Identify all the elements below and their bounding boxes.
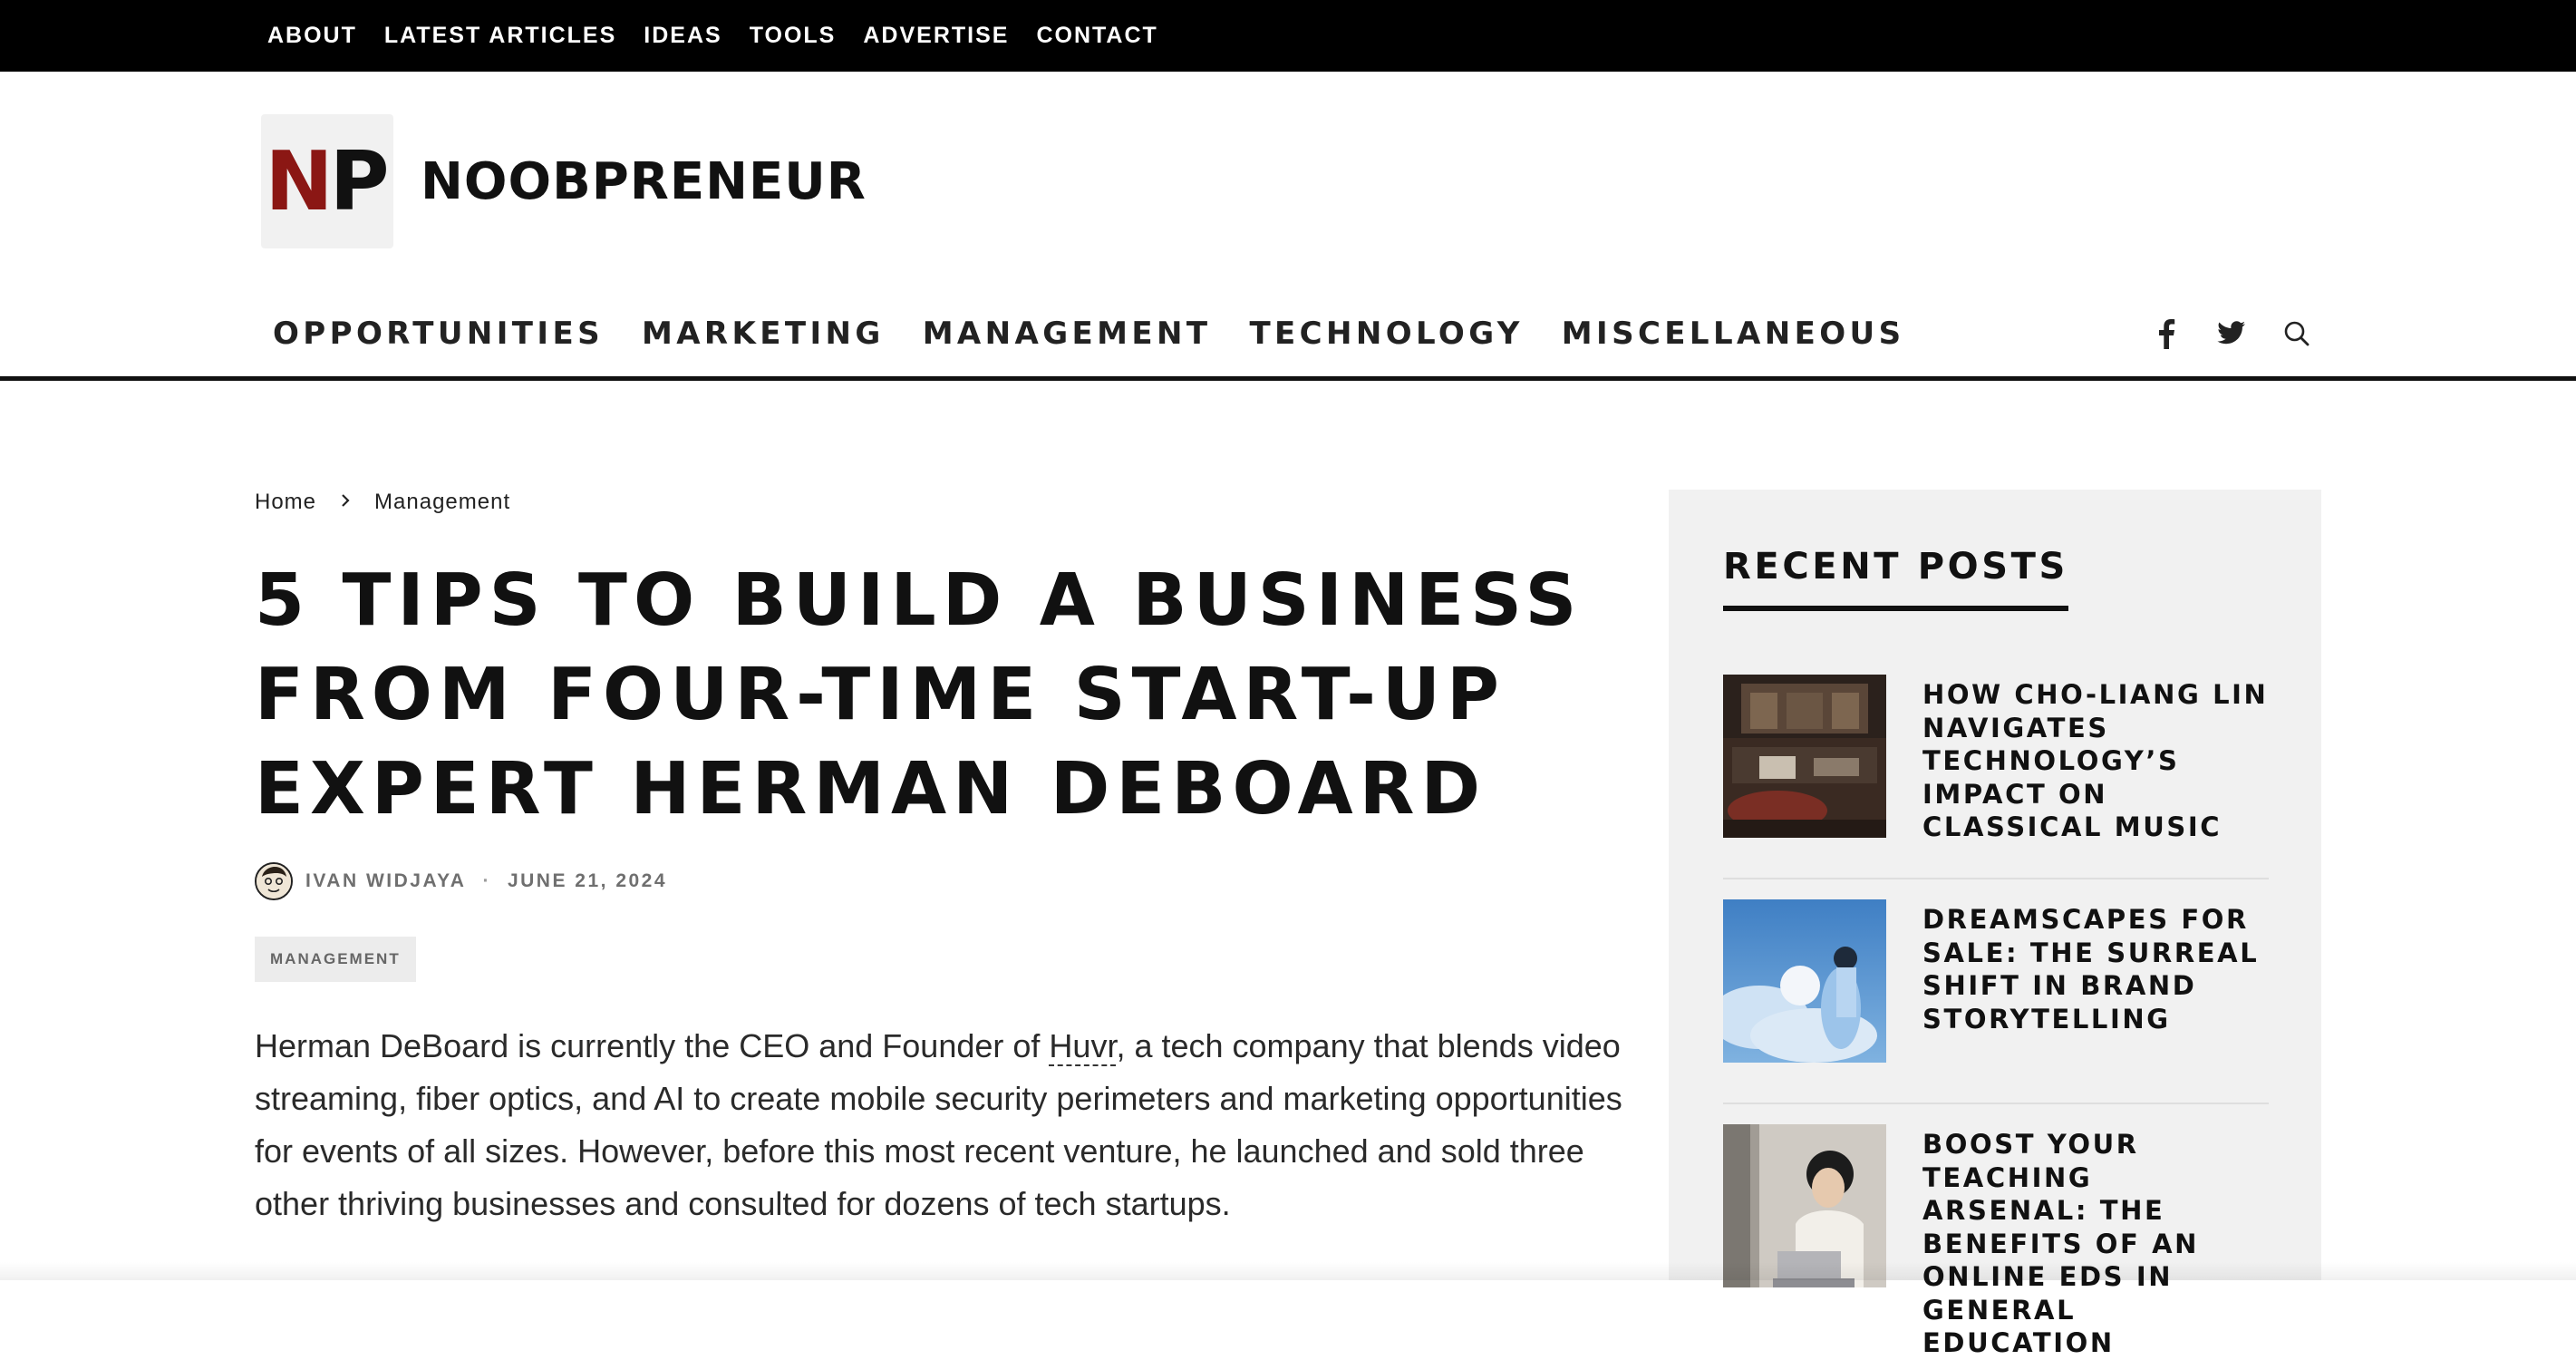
article-meta: IVAN WIDJAYA · JUNE 21, 2024 bbox=[255, 862, 667, 900]
nav-item-management[interactable]: MANAGEMENT bbox=[923, 316, 1212, 352]
top-nav: ABOUT LATEST ARTICLES IDEAS TOOLS ADVERT… bbox=[267, 0, 1158, 72]
author-name[interactable]: IVAN WIDJAYA bbox=[305, 870, 466, 892]
main-nav-items: OPPORTUNITIES MARKETING MANAGEMENT TECHN… bbox=[273, 316, 1904, 352]
publish-date: JUNE 21, 2024 bbox=[507, 870, 668, 891]
sidebar-recent-posts: RECENT POSTS HOW CHO-LIANG LIN NAVIGATES… bbox=[1669, 490, 2321, 1358]
top-nav-ideas[interactable]: IDEAS bbox=[644, 23, 721, 49]
top-nav-contact[interactable]: CONTACT bbox=[1036, 23, 1157, 49]
recent-post-item[interactable]: DREAMSCAPES FOR SALE: THE SURREAL SHIFT … bbox=[1723, 899, 2269, 1104]
nav-item-opportunities[interactable]: OPPORTUNITIES bbox=[273, 316, 604, 352]
top-nav-latest-articles[interactable]: LATEST ARTICLES bbox=[384, 23, 616, 49]
site-brand[interactable]: NP NOOBPRENEUR bbox=[261, 114, 867, 248]
top-utility-bar: ABOUT LATEST ARTICLES IDEAS TOOLS ADVERT… bbox=[0, 0, 2576, 72]
chevron-right-icon bbox=[340, 490, 351, 515]
huvr-link[interactable]: Huvr bbox=[1049, 1027, 1117, 1066]
site-name[interactable]: NOOBPRENEUR bbox=[421, 152, 867, 211]
post-title[interactable]: HOW CHO-LIANG LIN NAVIGATES TECHNOLOGY’S… bbox=[1922, 675, 2269, 878]
intro-text-start: Herman DeBoard is currently the CEO and … bbox=[255, 1027, 1050, 1064]
top-nav-about[interactable]: ABOUT bbox=[267, 23, 357, 49]
nav-icons bbox=[2148, 316, 2315, 352]
logo-letter-n: N bbox=[265, 133, 333, 229]
logo-letter-p: P bbox=[329, 133, 390, 229]
author-avatar[interactable] bbox=[255, 862, 293, 900]
recent-post-item[interactable]: HOW CHO-LIANG LIN NAVIGATES TECHNOLOGY’S… bbox=[1723, 675, 2269, 879]
breadcrumb-management[interactable]: Management bbox=[374, 490, 510, 515]
main-navigation: OPPORTUNITIES MARKETING MANAGEMENT TECHN… bbox=[0, 299, 2576, 381]
top-nav-advertise[interactable]: ADVERTISE bbox=[863, 23, 1009, 49]
recent-posts-heading: RECENT POSTS bbox=[1723, 546, 2068, 611]
top-nav-tools[interactable]: TOOLS bbox=[750, 23, 837, 49]
nav-item-marketing[interactable]: MARKETING bbox=[642, 316, 885, 352]
meta-separator: · bbox=[482, 870, 491, 891]
post-thumbnail[interactable] bbox=[1723, 899, 1886, 1063]
nav-item-technology[interactable]: TECHNOLOGY bbox=[1249, 316, 1523, 352]
bottom-shadow bbox=[0, 1262, 2576, 1280]
category-badge[interactable]: MANAGEMENT bbox=[255, 937, 416, 982]
article-intro-paragraph: Herman DeBoard is currently the CEO and … bbox=[255, 1020, 1632, 1230]
twitter-icon[interactable] bbox=[2213, 316, 2250, 352]
post-thumbnail[interactable] bbox=[1723, 675, 1886, 838]
site-logo[interactable]: NP bbox=[261, 114, 393, 248]
facebook-icon[interactable] bbox=[2148, 316, 2184, 352]
article-title: 5 TIPS TO BUILD A BUSINESS FROM FOUR-TIM… bbox=[255, 559, 1583, 831]
search-icon[interactable] bbox=[2279, 316, 2315, 352]
breadcrumb: Home Management bbox=[255, 490, 510, 515]
post-title[interactable]: DREAMSCAPES FOR SALE: THE SURREAL SHIFT … bbox=[1922, 899, 2269, 1103]
breadcrumb-home[interactable]: Home bbox=[255, 490, 316, 515]
nav-item-miscellaneous[interactable]: MISCELLANEOUS bbox=[1562, 316, 1905, 352]
